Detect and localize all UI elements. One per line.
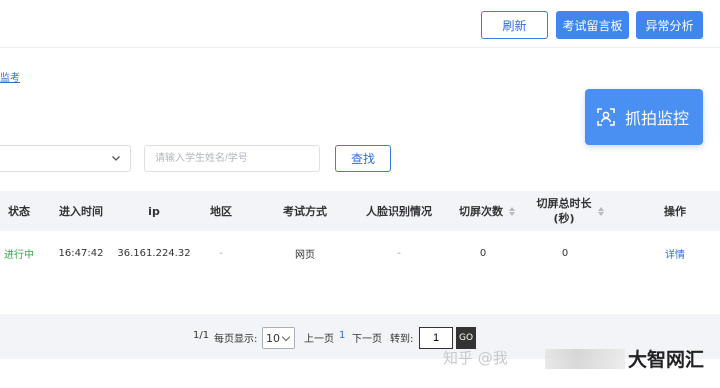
column-switch-total[interactable]: 切屏总时长 (秒) xyxy=(528,191,612,231)
camera-frame-icon xyxy=(597,108,615,126)
goto-page-input[interactable] xyxy=(419,327,453,349)
prev-page-link[interactable]: 上一页 xyxy=(304,330,334,345)
sort-icon[interactable] xyxy=(597,206,604,216)
row-face-recognition: - xyxy=(397,247,401,259)
row-enter-time: 16:47:42 xyxy=(58,247,104,259)
breadcrumb-link[interactable]: 监考 xyxy=(0,69,20,84)
row-switch-total: 0 xyxy=(561,247,569,259)
row-region: - xyxy=(219,247,223,259)
chevron-down-icon xyxy=(281,332,291,341)
row-exam-mode: 网页 xyxy=(295,249,315,261)
watermark-blur xyxy=(545,349,625,369)
column-switch-count[interactable]: 切屏次数 xyxy=(450,191,524,231)
sort-icon[interactable] xyxy=(509,206,515,216)
student-search-input[interactable] xyxy=(144,145,320,172)
column-enter-time: 进入时间 xyxy=(59,204,103,218)
watermark-brand: 大智网汇 xyxy=(628,349,705,371)
row-status: 进行中 xyxy=(4,249,34,261)
column-status: 状态 xyxy=(8,204,30,218)
search-button[interactable]: 查找 xyxy=(335,145,391,172)
capture-monitor-label: 抓拍监控 xyxy=(625,109,690,128)
anomaly-analysis-button[interactable]: 异常分析 xyxy=(636,11,703,39)
capture-monitor-button[interactable]: 抓拍监控 xyxy=(585,89,703,145)
per-page-label: 每页显示: xyxy=(214,334,258,345)
go-button[interactable]: GO xyxy=(456,327,476,349)
column-region: 地区 xyxy=(210,204,232,218)
switch-count-label: 切屏次数 xyxy=(459,204,503,218)
chevron-down-icon xyxy=(109,151,123,165)
watermark-text: 知乎 @我 xyxy=(443,349,508,367)
per-page-value: 10 xyxy=(266,331,280,345)
per-page-select[interactable]: 10 xyxy=(262,327,295,349)
switch-total-unit: (秒) xyxy=(553,212,575,225)
refresh-button[interactable]: 刷新 xyxy=(481,11,548,39)
current-page-number[interactable]: 1 xyxy=(339,330,345,341)
column-actions: 操作 xyxy=(664,204,686,218)
message-board-button[interactable]: 考试留言板 xyxy=(556,11,629,39)
page-info: 1/1 xyxy=(193,330,210,341)
column-exam-mode: 考试方式 xyxy=(283,204,327,218)
column-ip: ip xyxy=(148,204,160,218)
row-switch-count: 0 xyxy=(479,247,487,259)
detail-link[interactable]: 详情 xyxy=(650,231,700,275)
next-page-link[interactable]: 下一页 xyxy=(352,330,382,345)
column-face-recognition: 人脸识别情况 xyxy=(366,204,432,218)
row-ip: 36.161.224.32 xyxy=(117,247,191,259)
switch-total-label: 切屏总时长 xyxy=(536,197,592,210)
goto-label: 转到: xyxy=(390,334,414,345)
